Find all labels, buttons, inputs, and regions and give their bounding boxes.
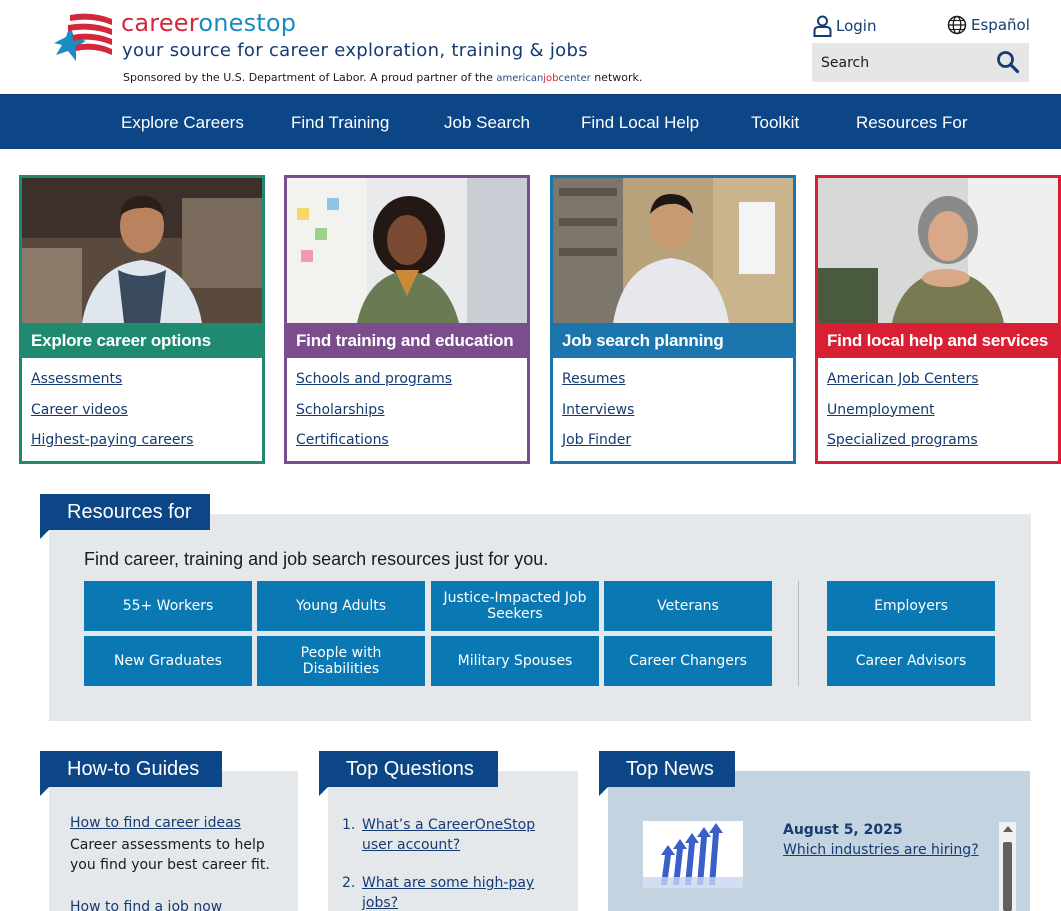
search-input[interactable] <box>812 43 987 82</box>
card-find-local-help: Find local help and services American Jo… <box>815 175 1061 464</box>
link-how-to-find-a-job-now[interactable]: How to find a job now <box>70 899 222 911</box>
resource-button-justice-impacted[interactable]: Justice-Impacted Job Seekers <box>431 581 599 631</box>
resource-button-people-with-disabilities[interactable]: People with Disabilities <box>257 636 425 686</box>
resource-button-veterans[interactable]: Veterans <box>604 581 772 631</box>
link-news-industries-hiring[interactable]: Which industries are hiring? <box>783 842 979 858</box>
site-header: careeronestop your source for career exp… <box>0 0 1061 94</box>
resource-button-employers[interactable]: Employers <box>827 581 995 631</box>
question-item: 2. What are some high-pay jobs? <box>342 873 562 911</box>
sponsor-note: Sponsored by the U.S. Department of Labo… <box>123 71 642 84</box>
nav-explore-careers[interactable]: Explore Careers <box>121 95 244 150</box>
globe-icon <box>947 15 967 35</box>
resource-button-career-changers[interactable]: Career Changers <box>604 636 772 686</box>
card-title[interactable]: Job search planning <box>553 323 793 358</box>
card-photo-barista[interactable] <box>22 178 262 323</box>
question-number: 1. <box>342 817 356 833</box>
card-title[interactable]: Find local help and services <box>818 323 1058 358</box>
news-date: August 5, 2025 <box>783 822 903 838</box>
scrollbar-thumb[interactable] <box>1003 842 1012 911</box>
card-job-search: Job search planning Resumes Interviews J… <box>550 175 796 464</box>
card-explore-careers: Explore career options Assessments Caree… <box>19 175 265 464</box>
news-scrollbar[interactable] <box>999 822 1016 911</box>
card-title[interactable]: Explore career options <box>22 323 262 358</box>
question-number: 2. <box>342 875 356 891</box>
link-how-to-find-career-ideas[interactable]: How to find career ideas <box>70 815 241 831</box>
link-resumes[interactable]: Resumes <box>562 369 634 400</box>
search-button[interactable] <box>995 50 1021 76</box>
link-question-high-pay-jobs[interactable]: What are some high-pay jobs? <box>362 875 534 911</box>
link-job-finder[interactable]: Job Finder <box>562 430 634 461</box>
tagline: your source for career exploration, trai… <box>122 40 588 61</box>
main-nav: Explore Careers Find Training Job Search… <box>0 94 1061 149</box>
resources-intro: Find career, training and job search res… <box>84 549 549 569</box>
link-question-user-account[interactable]: What’s a CareerOneStop user account? <box>362 817 535 853</box>
nav-find-training[interactable]: Find Training <box>291 95 389 150</box>
american-job-center-logo: americanjobcenter <box>496 73 591 84</box>
search-icon <box>997 51 1020 74</box>
language-link[interactable]: Español <box>947 15 1030 35</box>
resource-button-55-plus-workers[interactable]: 55+ Workers <box>84 581 252 631</box>
login-label: Login <box>836 17 877 35</box>
brand-name[interactable]: careeronestop <box>121 9 296 37</box>
sponsor-text: Sponsored by the U.S. Department of Labo… <box>123 71 497 84</box>
guides-heading: How-to Guides <box>40 751 222 787</box>
link-unemployment[interactable]: Unemployment <box>827 400 979 431</box>
link-scholarships[interactable]: Scholarships <box>296 400 452 431</box>
resource-button-military-spouses[interactable]: Military Spouses <box>431 636 599 686</box>
card-title[interactable]: Find training and education <box>287 323 527 358</box>
search-box <box>812 43 1029 82</box>
scroll-up-arrow-icon[interactable] <box>1003 826 1013 832</box>
card-find-training: Find training and education Schools and … <box>284 175 530 464</box>
nav-resources-for[interactable]: Resources For <box>856 95 967 150</box>
guide-description: Career assessments to help you find your… <box>70 837 270 873</box>
nav-toolkit[interactable]: Toolkit <box>751 95 799 150</box>
link-schools-and-programs[interactable]: Schools and programs <box>296 369 452 400</box>
card-photo-older-worker[interactable] <box>818 178 1058 323</box>
resources-divider <box>798 581 799 686</box>
language-label: Español <box>971 16 1030 34</box>
news-heading: Top News <box>599 751 735 787</box>
resource-button-young-adults[interactable]: Young Adults <box>257 581 425 631</box>
user-icon <box>813 15 832 37</box>
question-item: 1. What’s a CareerOneStop user account? <box>342 815 562 855</box>
link-interviews[interactable]: Interviews <box>562 400 634 431</box>
link-highest-paying-careers[interactable]: Highest-paying careers <box>31 430 193 461</box>
card-photo-warehouse[interactable] <box>553 178 793 323</box>
link-assessments[interactable]: Assessments <box>31 369 193 400</box>
careeronestop-logo-icon[interactable] <box>52 13 114 67</box>
questions-heading: Top Questions <box>319 751 498 787</box>
nav-find-local-help[interactable]: Find Local Help <box>581 95 699 150</box>
link-specialized-programs[interactable]: Specialized programs <box>827 430 979 461</box>
sponsor-text-end: network. <box>590 71 643 84</box>
resources-heading: Resources for <box>40 494 210 530</box>
link-certifications[interactable]: Certifications <box>296 430 452 461</box>
news-thumbnail-arrows[interactable] <box>643 821 743 888</box>
resource-button-career-advisors[interactable]: Career Advisors <box>827 636 995 686</box>
login-link[interactable]: Login <box>813 15 876 37</box>
link-american-job-centers[interactable]: American Job Centers <box>827 369 979 400</box>
link-career-videos[interactable]: Career videos <box>31 400 193 431</box>
card-photo-student[interactable] <box>287 178 527 323</box>
resource-button-new-graduates[interactable]: New Graduates <box>84 636 252 686</box>
nav-job-search[interactable]: Job Search <box>444 95 530 150</box>
